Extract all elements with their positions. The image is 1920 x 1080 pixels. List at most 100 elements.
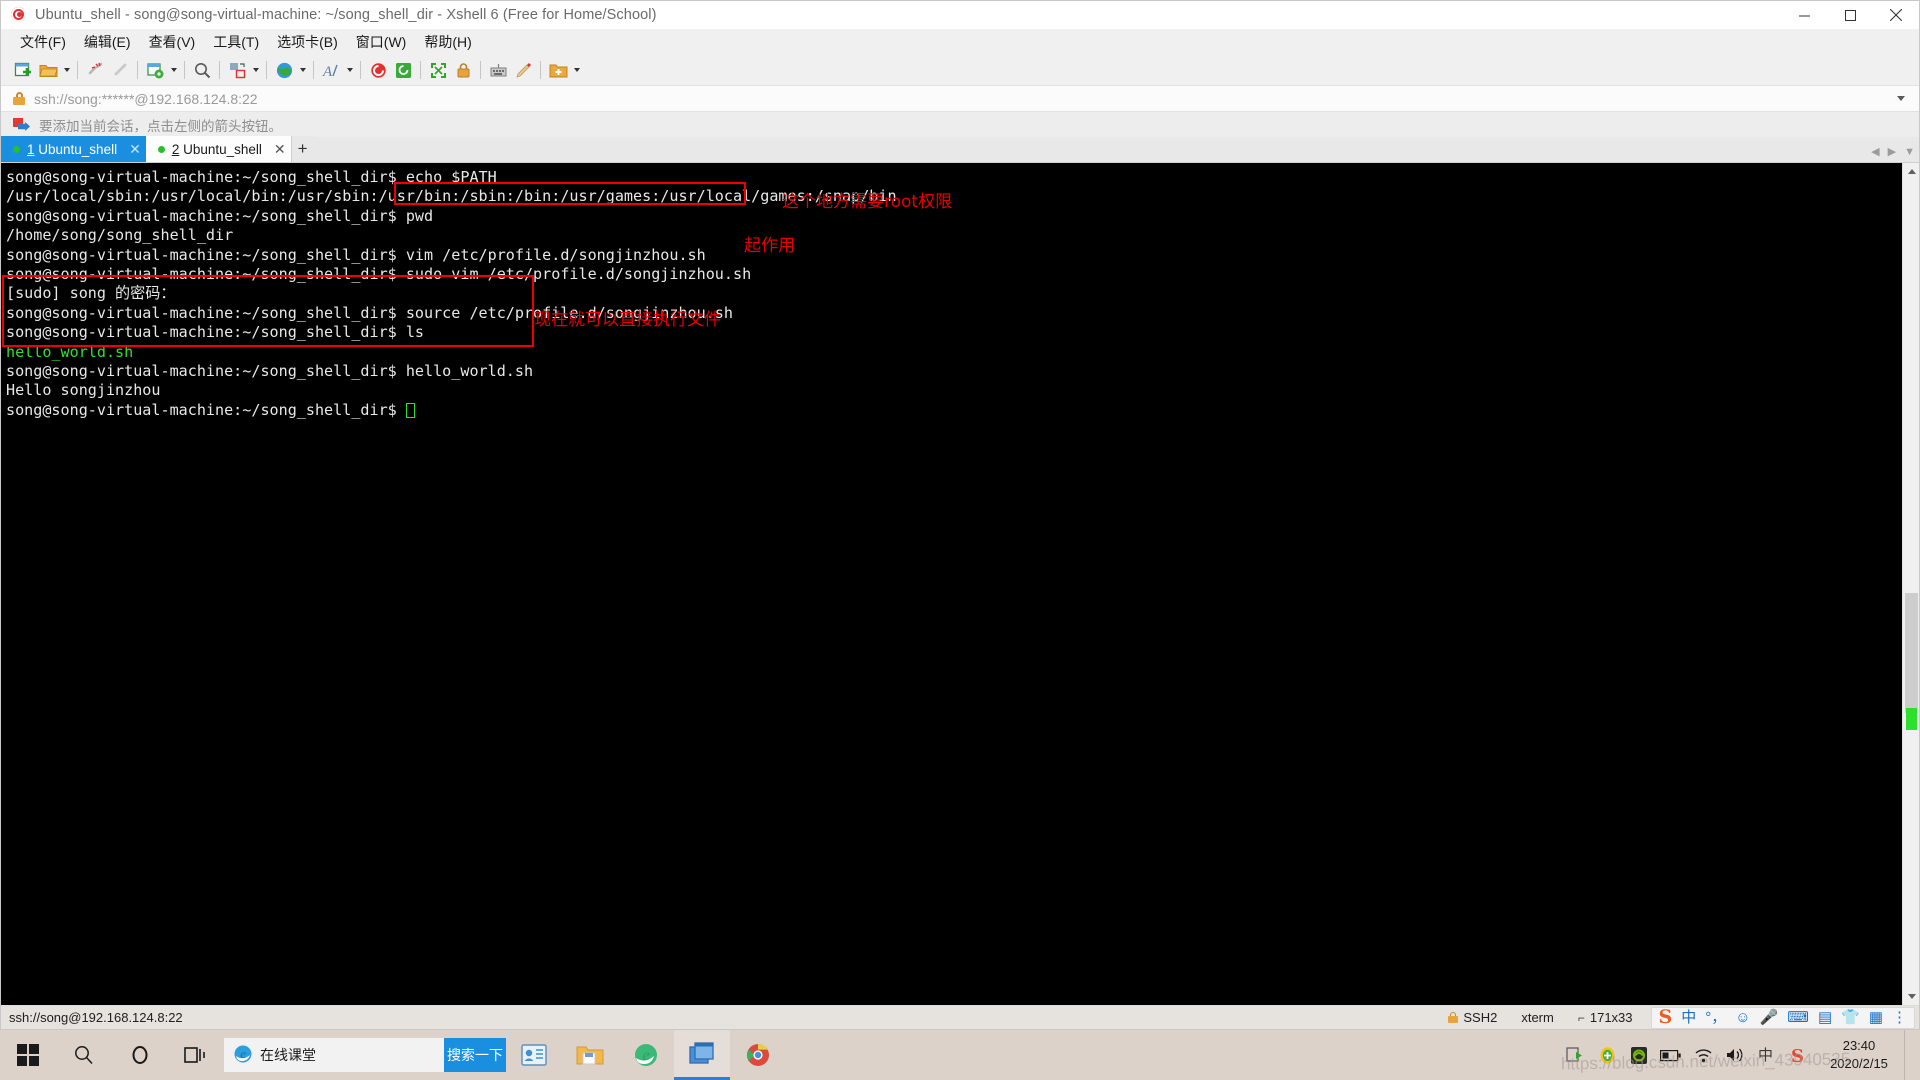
taskbar-chrome[interactable]	[730, 1030, 786, 1080]
toolbar-separator	[137, 61, 138, 79]
window-title: Ubuntu_shell - song@song-virtual-machine…	[35, 7, 657, 23]
cortana-icon[interactable]	[112, 1030, 168, 1080]
chevron-down-icon[interactable]: ▼	[1904, 146, 1915, 158]
xshell-red-icon[interactable]	[366, 58, 390, 82]
chevron-down-icon[interactable]	[1895, 93, 1907, 105]
highlight-box-sudo-command	[394, 182, 746, 205]
menu-file[interactable]: 文件(F)	[11, 29, 75, 55]
lock-icon	[13, 92, 25, 105]
tab-number: 1	[27, 141, 35, 157]
ime-punctuation-toggle[interactable]: °，	[1705, 1010, 1726, 1025]
tab-title: Ubuntu_shell	[179, 141, 262, 157]
menu-tools[interactable]: 工具(T)	[204, 29, 268, 55]
status-security: SSH2	[1436, 1010, 1509, 1025]
taskbar-xshell[interactable]	[674, 1030, 730, 1080]
toolbar-separator	[480, 61, 481, 79]
close-button[interactable]	[1873, 1, 1919, 29]
tab-ubuntu-shell-1[interactable]: 1 Ubuntu_shell ✕	[1, 136, 146, 162]
taskbar-search-button[interactable]: 搜索一下	[444, 1038, 506, 1072]
menu-view[interactable]: 查看(V)	[140, 29, 205, 55]
terminal-scrollbar[interactable]	[1902, 163, 1919, 1005]
tab-status-dot	[157, 145, 165, 153]
keyboard-icon[interactable]	[486, 58, 510, 82]
globe-dropdown-icon[interactable]	[297, 58, 308, 82]
taskbar-search-value: 在线课堂	[260, 1047, 316, 1063]
terminal-line: /home/song/song_shell_dir	[6, 226, 234, 245]
microphone-icon[interactable]: 🎤	[1760, 1010, 1779, 1025]
fullscreen-icon[interactable]	[426, 58, 450, 82]
svg-text:e: e	[643, 1047, 650, 1064]
smiley-icon[interactable]: ☺	[1735, 1010, 1750, 1025]
status-connection: ssh://song@192.168.124.8:22	[9, 1010, 183, 1025]
terminal-line: song@song-virtual-machine:~/song_shell_d…	[6, 245, 706, 264]
sogou-logo-icon[interactable]: S	[1659, 1008, 1673, 1027]
user-card-icon[interactable]: ▤	[1818, 1010, 1832, 1025]
menu-tabs[interactable]: 选项卡(B)	[268, 29, 347, 55]
more-icon[interactable]: ⋮	[1892, 1010, 1907, 1025]
new-tab-button[interactable]: +	[291, 136, 314, 162]
toolbar-separator	[77, 61, 78, 79]
title-bar: Ubuntu_shell - song@song-virtual-machine…	[1, 1, 1919, 29]
skin-icon[interactable]: 👕	[1841, 1010, 1860, 1025]
close-icon[interactable]: ✕	[262, 142, 286, 156]
new-session-icon[interactable]	[11, 58, 35, 82]
tab-label: 2 Ubuntu_shell	[172, 142, 262, 157]
file-transfer-icon[interactable]	[225, 58, 249, 82]
close-icon[interactable]: ✕	[117, 142, 141, 156]
file-transfer-dropdown-icon[interactable]	[250, 58, 261, 82]
toolbar-separator	[219, 61, 220, 79]
maximize-button[interactable]	[1827, 1, 1873, 29]
windows-start-icon[interactable]	[0, 1030, 56, 1080]
corner-icon: ⌐	[1577, 1010, 1585, 1025]
scroll-up-icon[interactable]	[1903, 163, 1919, 180]
address-bar[interactable]: ssh://song:******@192.168.124.8:22	[1, 85, 1919, 112]
add-folder-dropdown-icon[interactable]	[571, 58, 582, 82]
menu-window[interactable]: 窗口(W)	[347, 29, 416, 55]
globe-icon[interactable]	[272, 58, 296, 82]
font-dropdown-icon[interactable]	[344, 58, 355, 82]
ime-toolbar[interactable]: S 中 °， ☺ 🎤 ⌨ ▤ 👕 ▦ ⋮	[1650, 1006, 1915, 1029]
open-folder-icon[interactable]	[36, 58, 60, 82]
window-controls	[1781, 1, 1919, 29]
menu-help[interactable]: 帮助(H)	[415, 29, 480, 55]
task-view-icon[interactable]	[168, 1030, 224, 1080]
terminal-cursor	[405, 402, 415, 418]
minimize-button[interactable]	[1781, 1, 1827, 29]
chevron-right-icon[interactable]: ▶	[1888, 145, 1896, 158]
session-properties-dropdown-icon[interactable]	[168, 58, 179, 82]
toolbox-icon[interactable]: ▦	[1869, 1010, 1883, 1025]
terminal-area[interactable]: song@song-virtual-machine:~/song_shell_d…	[1, 163, 1919, 1005]
ime-language-toggle[interactable]: 中	[1681, 1010, 1696, 1025]
search-icon[interactable]	[56, 1030, 112, 1080]
reconnect-link-icon[interactable]	[108, 58, 132, 82]
tab-bar: 1 Ubuntu_shell ✕ 2 Ubuntu_shell ✕ + ◀ ▶ …	[1, 136, 1919, 163]
status-terminal-type: xterm	[1521, 1010, 1554, 1025]
open-folder-dropdown-icon[interactable]	[61, 58, 72, 82]
keyboard-icon[interactable]: ⌨	[1787, 1010, 1809, 1025]
taskbar-file-explorer[interactable]	[562, 1030, 618, 1080]
notice-text: 要添加当前会话，点击左侧的箭头按钮。	[39, 118, 282, 134]
highlight-pen-icon[interactable]	[511, 58, 535, 82]
taskbar-search-box[interactable]: e 在线课堂	[224, 1038, 444, 1072]
tab-ubuntu-shell-2[interactable]: 2 Ubuntu_shell ✕	[145, 136, 292, 162]
chevron-left-icon[interactable]: ◀	[1871, 145, 1879, 158]
taskbar-contacts[interactable]	[506, 1030, 562, 1080]
toolbar-separator	[266, 61, 267, 79]
menu-edit[interactable]: 编辑(E)	[75, 29, 140, 55]
terminal-line: song@song-virtual-machine:~/song_shell_d…	[6, 206, 434, 225]
show-desktop-button[interactable]	[1904, 1030, 1914, 1080]
font-icon[interactable]: A	[319, 58, 343, 82]
lock-icon[interactable]	[451, 58, 475, 82]
add-folder-icon[interactable]	[546, 58, 570, 82]
scrollbar-thumb[interactable]	[1905, 593, 1918, 713]
session-properties-icon[interactable]	[143, 58, 167, 82]
annotation-root-permission: 这个地方需要root权限	[782, 192, 953, 212]
scroll-down-icon[interactable]	[1903, 988, 1919, 1005]
disconnect-icon[interactable]	[83, 58, 107, 82]
tab-status-dot	[13, 145, 20, 153]
terminal-line: Hello songjinzhou	[6, 381, 161, 400]
xftp-green-icon[interactable]	[391, 58, 415, 82]
taskbar-edge[interactable]: e	[618, 1030, 674, 1080]
find-icon[interactable]	[190, 58, 214, 82]
add-session-arrow-icon	[13, 118, 30, 131]
